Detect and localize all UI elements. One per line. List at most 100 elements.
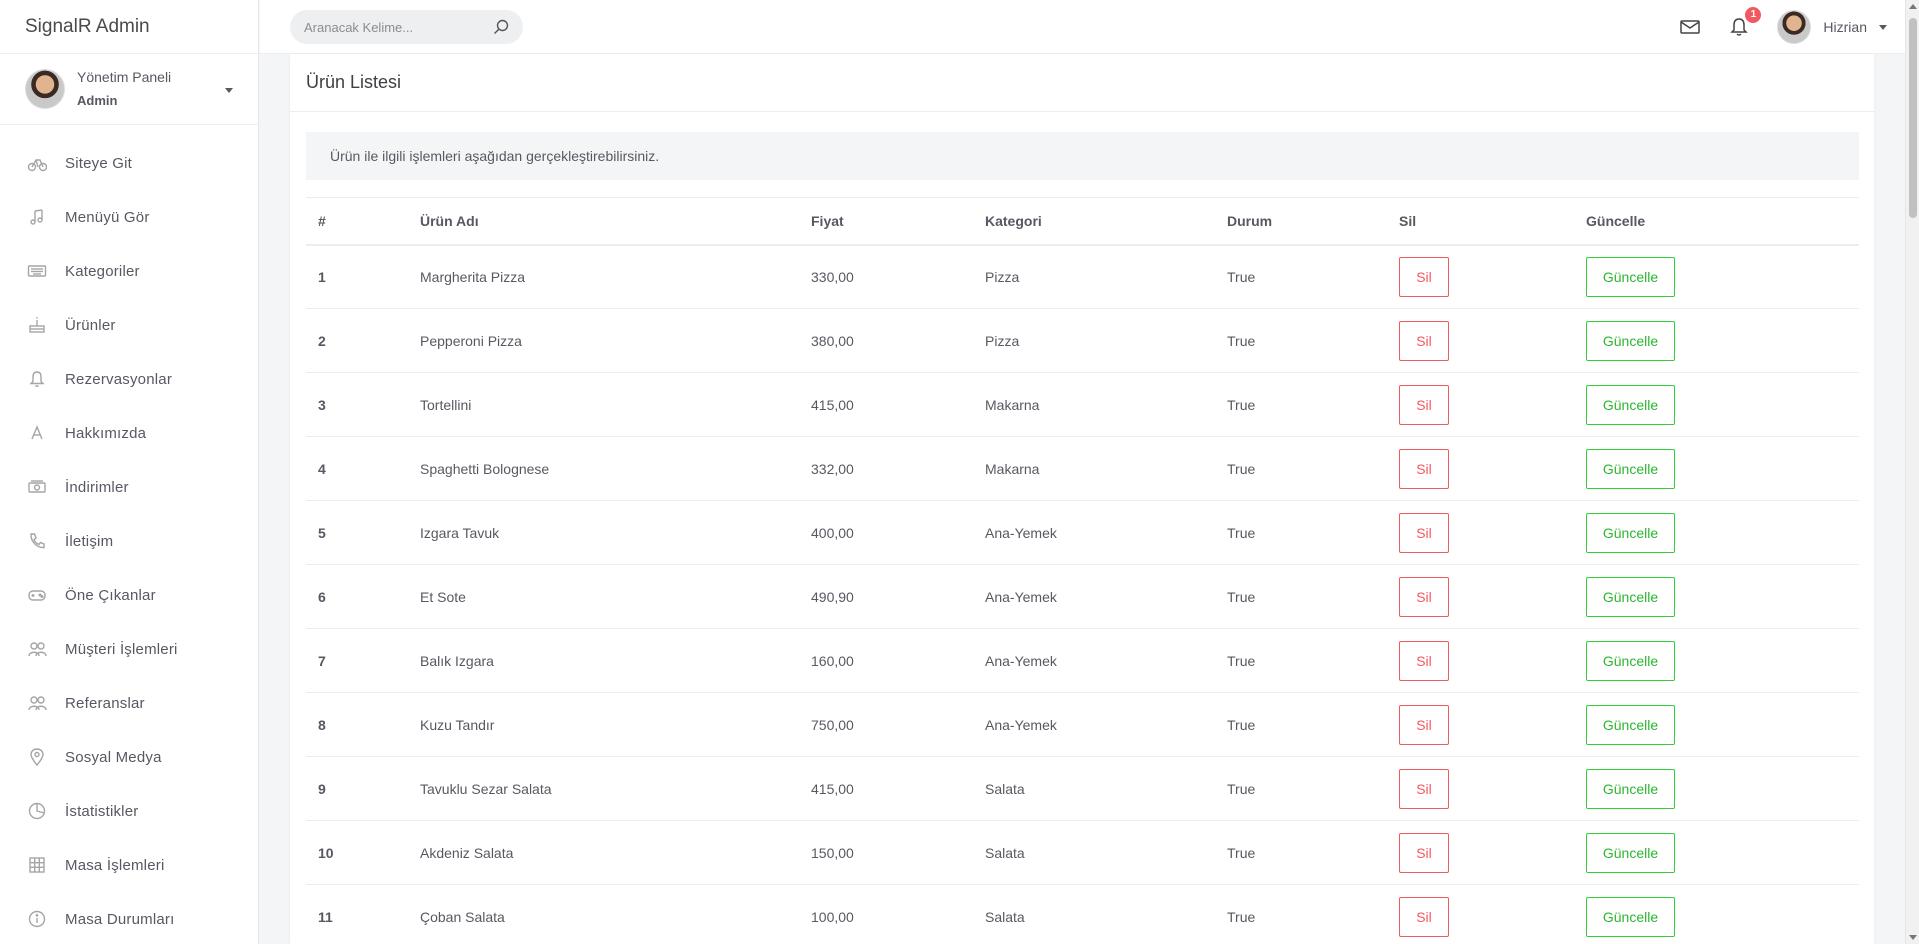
info-icon — [25, 909, 49, 929]
delete-button[interactable]: Sil — [1399, 448, 1449, 489]
sidebar-item-6[interactable]: İndirimler — [0, 460, 258, 514]
header-delete: Sil — [1399, 212, 1417, 229]
sidebar-item-1[interactable]: Menüyü Gör — [0, 190, 258, 244]
update-button[interactable]: Güncelle — [1586, 512, 1675, 553]
table-header-row: # Ürün Adı Fiyat Kategori Durum Sil Günc… — [306, 197, 1859, 245]
delete-button[interactable]: Sil — [1399, 768, 1449, 809]
cell-delete: Sil — [1387, 757, 1574, 821]
update-button[interactable]: Güncelle — [1586, 832, 1675, 873]
cell-update: Güncelle — [1574, 437, 1859, 501]
delete-button[interactable]: Sil — [1399, 384, 1449, 425]
product-list-card: Ürün Listesi Ürün ile ilgili işlemleri a… — [290, 54, 1874, 944]
cell-status: True — [1227, 588, 1256, 605]
table-row: 9 Tavuklu Sezar Salata 415,00 Salata True Sil… — [306, 757, 1859, 821]
users-icon — [25, 693, 49, 713]
cell-update: Güncelle — [1574, 373, 1859, 437]
table-row: 3 Tortellini 415,00 Makarna True Sil Güncelle — [306, 373, 1859, 437]
sidebar-item-0[interactable]: Siteye Git — [0, 136, 258, 190]
user-panel[interactable]: Yönetim Paneli Admin — [0, 54, 258, 125]
update-button[interactable]: Güncelle — [1586, 576, 1675, 617]
cell-delete: Sil — [1387, 309, 1574, 373]
cell-category: Ana-Yemek — [985, 716, 1057, 733]
cell-update: Güncelle — [1574, 821, 1859, 885]
table-row: 2 Pepperoni Pizza 380,00 Pizza True Sil Güncel… — [306, 309, 1859, 373]
delete-button[interactable]: Sil — [1399, 896, 1449, 937]
mail-icon[interactable] — [1679, 16, 1701, 38]
sidebar-item-8[interactable]: Öne Çıkanlar — [0, 568, 258, 622]
page-scrollbar[interactable] — [1905, 0, 1919, 944]
sidebar-item-9[interactable]: Müşteri İşlemleri — [0, 622, 258, 676]
sidebar-item-label: Öne Çıkanlar — [65, 586, 156, 604]
cell-category: Ana-Yemek — [985, 588, 1057, 605]
cell-price: 332,00 — [811, 460, 854, 477]
sidebar-item-11[interactable]: Sosyal Medya — [0, 730, 258, 784]
update-button[interactable]: Güncelle — [1586, 256, 1675, 297]
sidebar-item-10[interactable]: Referanslar — [0, 676, 258, 730]
username[interactable]: Hizrian — [1823, 19, 1867, 35]
search-input[interactable] — [304, 19, 479, 35]
sidebar-item-7[interactable]: İletişim — [0, 514, 258, 568]
cell-status: True — [1227, 844, 1256, 861]
cell-update: Güncelle — [1574, 245, 1859, 309]
delete-button[interactable]: Sil — [1399, 320, 1449, 361]
cell-status: True — [1227, 716, 1256, 733]
update-button[interactable]: Güncelle — [1586, 640, 1675, 681]
search-icon[interactable] — [493, 19, 509, 35]
cell-category: Ana-Yemek — [985, 524, 1057, 541]
cell-product-name: Kuzu Tandır — [420, 716, 495, 733]
chevron-down-icon[interactable] — [225, 88, 233, 93]
sidebar-item-4[interactable]: Rezervasyonlar — [0, 352, 258, 406]
update-button[interactable]: Güncelle — [1586, 320, 1675, 361]
sidebar-item-5[interactable]: Hakkımızda — [0, 406, 258, 460]
cell-status: True — [1227, 780, 1256, 797]
update-button[interactable]: Güncelle — [1586, 896, 1675, 937]
gamepad-icon — [25, 585, 49, 605]
sidebar-item-2[interactable]: Kategoriler — [0, 244, 258, 298]
scroll-thumb[interactable] — [1909, 18, 1917, 218]
cell-id: 8 — [318, 716, 326, 733]
page-title: Ürün Listesi — [290, 54, 1874, 112]
cell-status: True — [1227, 332, 1256, 349]
cell-delete: Sil — [1387, 693, 1574, 757]
table-row: 8 Kuzu Tandır 750,00 Ana-Yemek True Sil Güncel… — [306, 693, 1859, 757]
cell-category: Makarna — [985, 460, 1040, 477]
cell-price: 750,00 — [811, 716, 854, 733]
notification-bell-icon[interactable]: 1 — [1728, 7, 1762, 38]
sidebar-item-label: Rezervasyonlar — [65, 370, 173, 388]
scroll-down-arrow-icon[interactable] — [1909, 935, 1917, 940]
delete-button[interactable]: Sil — [1399, 704, 1449, 745]
update-button[interactable]: Güncelle — [1586, 768, 1675, 809]
sidebar-item-label: Sosyal Medya — [65, 748, 162, 766]
cell-status: True — [1227, 652, 1256, 669]
sidebar-item-13[interactable]: Masa İşlemleri — [0, 838, 258, 892]
sidebar-item-label: İletişim — [65, 532, 114, 550]
cell-price: 150,00 — [811, 844, 854, 861]
scroll-up-arrow-icon[interactable] — [1909, 4, 1917, 9]
delete-button[interactable]: Sil — [1399, 256, 1449, 297]
delete-button[interactable]: Sil — [1399, 512, 1449, 553]
sidebar-item-3[interactable]: Ürünler — [0, 298, 258, 352]
user-avatar[interactable] — [1777, 10, 1812, 44]
cell-price: 490,90 — [811, 588, 854, 605]
delete-button[interactable]: Sil — [1399, 640, 1449, 681]
sidebar-item-14[interactable]: Masa Durumları — [0, 892, 258, 944]
header-update: Güncelle — [1586, 212, 1646, 229]
grid-icon — [25, 855, 49, 875]
cell-id: 9 — [318, 780, 326, 797]
table-row: 11 Çoban Salata 100,00 Salata True Sil Güncell… — [306, 885, 1859, 944]
update-button[interactable]: Güncelle — [1586, 384, 1675, 425]
sidebar-item-label: Hakkımızda — [65, 424, 147, 442]
update-button[interactable]: Güncelle — [1586, 704, 1675, 745]
delete-button[interactable]: Sil — [1399, 832, 1449, 873]
cell-price: 330,00 — [811, 268, 854, 285]
cell-id: 5 — [318, 524, 326, 541]
app-brand[interactable]: SignalR Admin — [0, 0, 258, 54]
cell-delete: Sil — [1387, 437, 1574, 501]
cell-update: Güncelle — [1574, 629, 1859, 693]
table-row: 7 Balık Izgara 160,00 Ana-Yemek True Sil Günce… — [306, 629, 1859, 693]
delete-button[interactable]: Sil — [1399, 576, 1449, 617]
sidebar-item-12[interactable]: İstatistikler — [0, 784, 258, 838]
table-row: 10 Akdeniz Salata 150,00 Salata True Sil Günce… — [306, 821, 1859, 885]
update-button[interactable]: Güncelle — [1586, 448, 1675, 489]
chevron-down-icon[interactable] — [1879, 24, 1887, 30]
